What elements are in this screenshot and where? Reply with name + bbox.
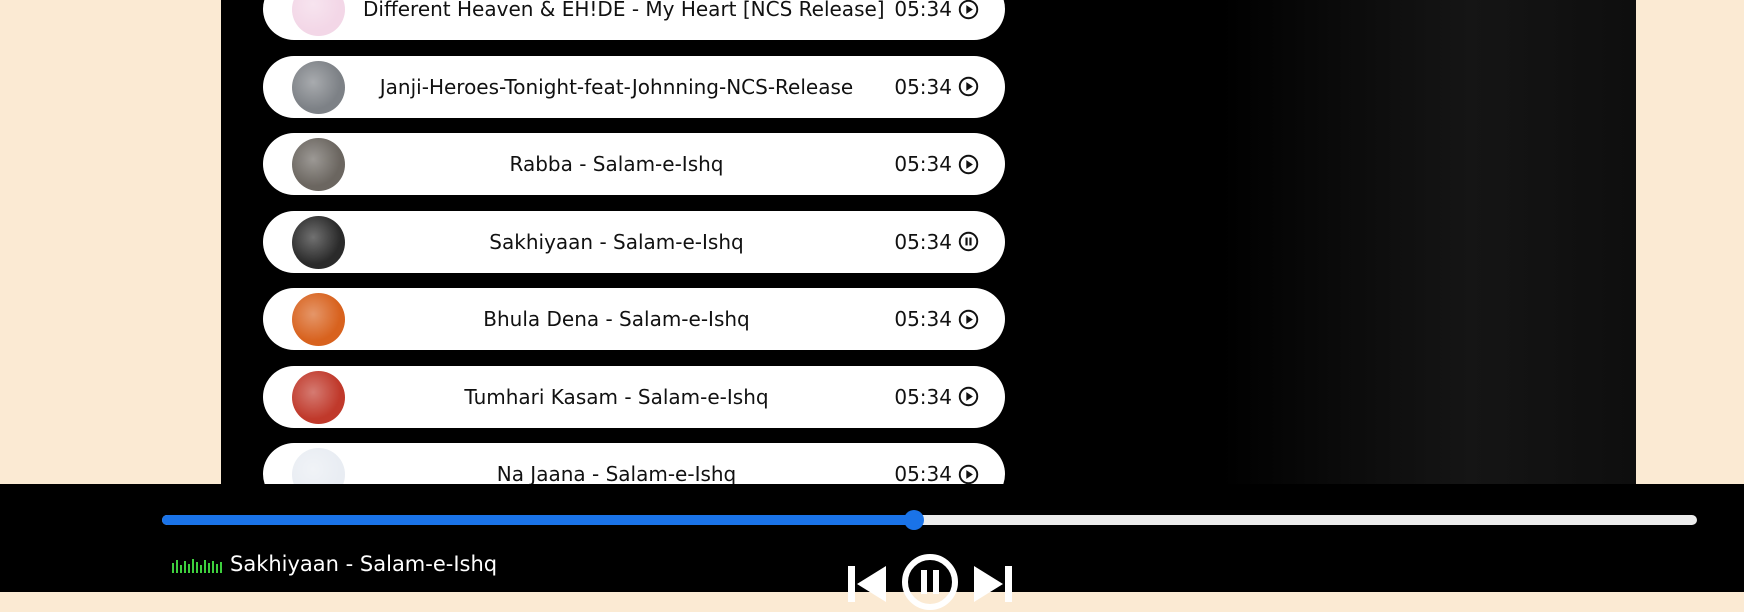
equalizer-icon xyxy=(172,559,222,573)
song-item[interactable]: Sakhiyaan - Salam-e-Ishq 05:34 xyxy=(263,210,1005,273)
song-title: Bhula Dena - Salam-e-Ishq xyxy=(483,307,750,331)
song-cover-image xyxy=(292,215,345,269)
song-cover-image xyxy=(292,60,345,114)
pause-circle-icon[interactable] xyxy=(900,552,960,612)
song-cover-image xyxy=(292,138,345,191)
song-item[interactable]: Bhula Dena - Salam-e-Ishq 05:34 xyxy=(263,288,1005,350)
progress-bar[interactable] xyxy=(162,510,1697,530)
song-cover-image xyxy=(292,370,345,424)
song-duration: 05:34 xyxy=(894,229,952,254)
song-duration-wrap: 05:34 xyxy=(894,443,979,484)
play-icon[interactable] xyxy=(958,154,979,175)
next-icon[interactable] xyxy=(972,562,1012,602)
song-item[interactable]: Janji-Heroes-Tonight-feat-Johnning-NCS-R… xyxy=(263,55,1005,118)
song-duration-wrap: 05:34 xyxy=(894,211,979,273)
play-icon[interactable] xyxy=(958,386,979,407)
song-item[interactable]: Rabba - Salam-e-Ishq 05:34 xyxy=(263,133,1005,195)
song-duration-wrap: 05:34 xyxy=(894,288,979,350)
song-duration: 05:34 xyxy=(894,462,952,484)
song-title: Tumhari Kasam - Salam-e-Ishq xyxy=(464,384,769,409)
song-list: Different Heaven & EH!DE - My Heart [NCS… xyxy=(263,0,1005,484)
now-playing: Sakhiyaan - Salam-e-Ishq xyxy=(172,552,497,576)
song-duration-wrap: 05:34 xyxy=(894,133,979,195)
song-duration-wrap: 05:34 xyxy=(894,366,979,428)
song-cover-image xyxy=(292,293,345,346)
play-icon[interactable] xyxy=(958,0,979,20)
song-item[interactable]: Tumhari Kasam - Salam-e-Ishq 05:34 xyxy=(263,365,1005,428)
song-title: Janji-Heroes-Tonight-feat-Johnning-NCS-R… xyxy=(379,74,854,99)
song-duration-wrap: 05:34 xyxy=(894,56,979,118)
music-panel: Different Heaven & EH!DE - My Heart [NCS… xyxy=(221,0,1636,484)
song-cover-image xyxy=(292,0,345,36)
play-icon[interactable] xyxy=(958,309,979,330)
song-cover-image xyxy=(292,448,345,484)
song-duration: 05:34 xyxy=(894,307,952,331)
previous-icon[interactable] xyxy=(848,562,888,602)
playback-controls xyxy=(848,552,1012,612)
player-bar: Sakhiyaan - Salam-e-Ishq xyxy=(0,484,1744,610)
song-title: Rabba - Salam-e-Ishq xyxy=(509,152,724,176)
artist-photo xyxy=(1221,0,1636,484)
pause-icon[interactable] xyxy=(958,231,979,252)
play-icon[interactable] xyxy=(958,464,979,485)
progress-thumb[interactable] xyxy=(904,510,925,530)
progress-fill xyxy=(162,515,915,525)
play-icon[interactable] xyxy=(958,76,979,97)
song-duration: 05:34 xyxy=(894,74,952,99)
now-playing-title: Sakhiyaan - Salam-e-Ishq xyxy=(230,552,498,576)
song-item[interactable]: Na Jaana - Salam-e-Ishq 05:34 xyxy=(263,443,1005,484)
song-title: Different Heaven & EH!DE - My Heart [NCS… xyxy=(363,0,885,21)
song-item[interactable]: Different Heaven & EH!DE - My Heart [NCS… xyxy=(263,0,1005,40)
song-duration: 05:34 xyxy=(894,0,952,21)
song-duration-wrap: 05:34 xyxy=(894,0,979,40)
song-duration: 05:34 xyxy=(894,384,952,409)
song-title: Na Jaana - Salam-e-Ishq xyxy=(496,462,737,484)
song-duration: 05:34 xyxy=(894,152,952,176)
song-title: Sakhiyaan - Salam-e-Ishq xyxy=(489,229,744,254)
